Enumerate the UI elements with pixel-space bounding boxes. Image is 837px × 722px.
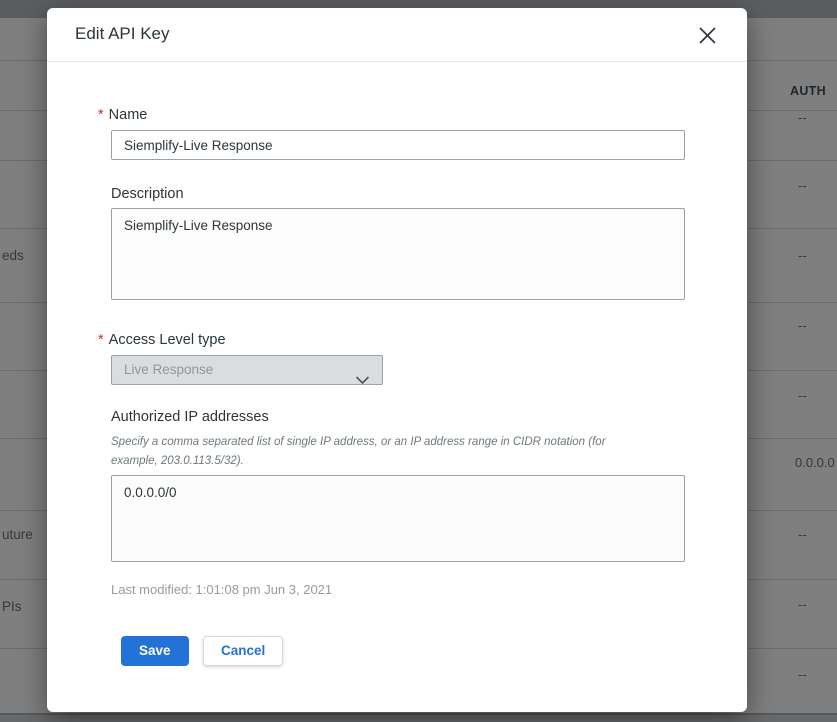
access-level-select[interactable]: Live Response <box>111 355 383 385</box>
cancel-button[interactable]: Cancel <box>203 636 283 666</box>
authorized-ips-label: Authorized IP addresses <box>111 409 269 425</box>
close-icon <box>697 25 718 46</box>
edit-api-key-dialog: Edit API Key *Name Description Siemplify… <box>47 8 747 712</box>
last-modified-text: Last modified: 1:01:08 pm Jun 3, 2021 <box>111 582 332 597</box>
save-button[interactable]: Save <box>121 636 189 666</box>
dialog-header: Edit API Key <box>47 8 747 62</box>
close-button[interactable] <box>694 22 720 48</box>
description-textarea[interactable]: Siemplify-Live Response <box>111 208 685 300</box>
access-level-label: *Access Level type <box>98 332 226 348</box>
description-label: Description <box>111 186 184 202</box>
authorized-ips-textarea[interactable]: 0.0.0.0/0 <box>111 475 685 562</box>
name-label: *Name <box>98 107 147 123</box>
chevron-down-icon <box>355 367 370 385</box>
required-asterisk: * <box>98 332 104 348</box>
access-level-selected-value: Live Response <box>124 362 213 377</box>
dialog-title: Edit API Key <box>75 24 170 44</box>
required-asterisk: * <box>98 107 104 123</box>
authorized-ips-hint: Specify a comma separated list of single… <box>111 433 677 470</box>
name-input[interactable] <box>111 130 685 160</box>
